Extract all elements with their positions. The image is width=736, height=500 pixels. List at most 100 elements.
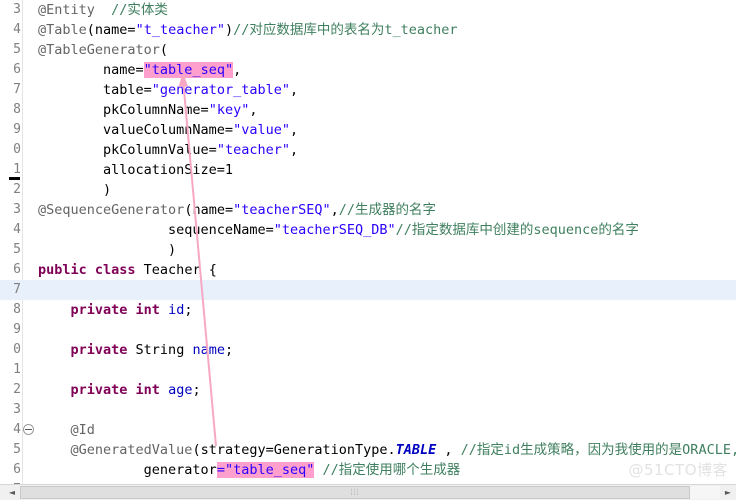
code-token: "key"	[208, 102, 250, 118]
code-token: private	[70, 342, 128, 358]
code-line-text: pkColumnName="key",	[38, 100, 257, 120]
code-token: //生成器的名字	[338, 202, 437, 218]
code-token: )	[38, 242, 177, 258]
scrollbar-thumb[interactable]: ⦙⦙⦙	[20, 486, 690, 499]
code-token: age	[168, 382, 193, 398]
code-line[interactable]: 6 public class Teacher {	[0, 260, 736, 280]
code-token: "teacher"	[216, 142, 290, 158]
code-token: (name=	[184, 202, 234, 218]
line-number: 7	[13, 282, 21, 297]
code-line-text: )	[38, 240, 176, 260]
code-token: "teacherSEQ"	[233, 202, 331, 218]
code-line-text: @SequenceGenerator(name="teacherSEQ",//生…	[38, 200, 436, 220]
code-line[interactable]: 7 table="generator_table",	[0, 80, 736, 100]
code-token: private int	[70, 382, 160, 398]
line-number: 6	[13, 62, 21, 77]
code-token: name=	[38, 62, 144, 78]
code-token: id	[168, 302, 185, 318]
code-token: //指定id生成策略，因为我使用的是ORACLE,	[460, 442, 736, 458]
code-line[interactable]: 6 generator="table_seq" //指定使用哪个生成器	[0, 460, 736, 480]
code-line[interactable]: 3 @Entity //实体类	[0, 0, 736, 20]
code-line[interactable]: 8 pkColumnName="key",	[0, 100, 736, 120]
code-line-list: 3 @Entity //实体类 4 @Table(name="t_teacher")/…	[0, 0, 736, 484]
code-token: String	[127, 342, 193, 358]
code-line[interactable]: 0 pkColumnValue="teacher",	[0, 140, 736, 160]
site-watermark: @51CTO博客	[628, 461, 728, 479]
code-token: name	[192, 342, 225, 358]
line-number: 7	[13, 82, 21, 97]
code-line[interactable]: 3 @SequenceGenerator(name="teacherSEQ",//…	[0, 200, 736, 220]
code-line-text: private String name;	[38, 340, 234, 360]
code-token: "teacherSEQ_DB"	[273, 222, 396, 238]
code-token: allocationSize=1	[38, 162, 234, 178]
code-token: public class	[38, 262, 136, 278]
code-token: pkColumnName=	[38, 102, 209, 118]
line-number: 5	[13, 42, 21, 57]
code-token: "generator_table"	[151, 82, 290, 98]
code-line-text: @GeneratedValue(strategy=GenerationType.…	[38, 440, 736, 460]
line-number: 5	[13, 442, 21, 457]
code-line[interactable]: 7	[0, 280, 736, 300]
code-token: ,	[330, 202, 339, 218]
line-number: 9	[13, 322, 21, 337]
line-number: 0	[13, 342, 21, 357]
code-line-text: pkColumnValue="teacher",	[38, 140, 298, 160]
code-line[interactable]: 1 allocationSize=1	[0, 160, 736, 180]
code-token: valueColumnName=	[38, 122, 234, 138]
code-line-text: public class Teacher {	[38, 260, 217, 280]
line-number: 3	[13, 202, 21, 217]
code-line[interactable]: 6 name="table_seq",	[0, 60, 736, 80]
code-line[interactable]: 5 @TableGenerator(	[0, 40, 736, 60]
code-token: @SequenceGenerator	[38, 202, 185, 218]
code-line[interactable]: 3	[0, 400, 736, 420]
code-token: @GeneratedValue	[70, 442, 193, 458]
code-line-text: @Table(name="t_teacher")//对应数据库中的表名为t_te…	[38, 20, 458, 40]
code-token: ,	[289, 142, 299, 158]
code-token: generator	[38, 462, 217, 478]
code-line[interactable]: 5 )	[0, 240, 736, 260]
code-token: )	[224, 22, 234, 38]
code-token: //指定使用哪个生成器	[322, 462, 461, 478]
code-token: (	[159, 42, 169, 58]
code-token: pkColumnValue=	[38, 142, 217, 158]
search-highlight-token: "table_seq"	[143, 62, 234, 78]
scrollbar-track[interactable]: ⦙⦙⦙	[20, 486, 720, 499]
line-number: 0	[13, 142, 21, 157]
line-number: 2	[13, 182, 21, 197]
code-line[interactable]: 9	[0, 320, 736, 340]
code-token: (strategy=GenerationType.	[192, 442, 396, 458]
code-text-area[interactable]: 3 @Entity //实体类 4 @Table(name="t_teacher")/…	[0, 0, 736, 484]
code-token: (name=	[86, 22, 136, 38]
code-line[interactable]: 1	[0, 360, 736, 380]
horizontal-scrollbar[interactable]: ◄ ⦙⦙⦙ ►	[0, 484, 736, 500]
line-number: 8	[13, 102, 21, 117]
code-line[interactable]: 4 sequenceName="teacherSEQ_DB"//指定数据库中创建…	[0, 220, 736, 240]
code-token: @Table	[38, 22, 87, 38]
line-number: 4	[13, 222, 21, 237]
code-line-text: table="generator_table",	[38, 80, 298, 100]
code-fold-collapse-icon[interactable]	[23, 424, 34, 435]
scroll-left-arrow-icon[interactable]: ◄	[4, 485, 20, 500]
line-number: 6	[13, 262, 21, 277]
code-token: table=	[38, 82, 152, 98]
code-line[interactable]: 9 valueColumnName="value",	[0, 120, 736, 140]
code-token: ,	[289, 122, 299, 138]
code-line[interactable]: 4 @Id	[0, 420, 736, 440]
code-line[interactable]: 2 private int age;	[0, 380, 736, 400]
code-line-text: sequenceName="teacherSEQ_DB"//指定数据库中创建的s…	[38, 220, 639, 240]
line-number: 9	[13, 122, 21, 137]
search-highlight-token: ="table_seq"	[216, 462, 315, 478]
code-line[interactable]: 2 )	[0, 180, 736, 200]
code-line[interactable]: 8 private int id;	[0, 300, 736, 320]
scroll-right-arrow-icon[interactable]: ►	[720, 485, 736, 500]
code-line[interactable]: 4 @Table(name="t_teacher")//对应数据库中的表名为t_t…	[0, 20, 736, 40]
code-token: @Id	[70, 422, 95, 438]
code-line[interactable]: 0 private String name;	[0, 340, 736, 360]
code-token: @TableGenerator	[38, 42, 160, 58]
code-token: Teacher {	[135, 262, 217, 278]
code-line[interactable]: 5 @GeneratedValue(strategy=GenerationTyp…	[0, 440, 736, 460]
